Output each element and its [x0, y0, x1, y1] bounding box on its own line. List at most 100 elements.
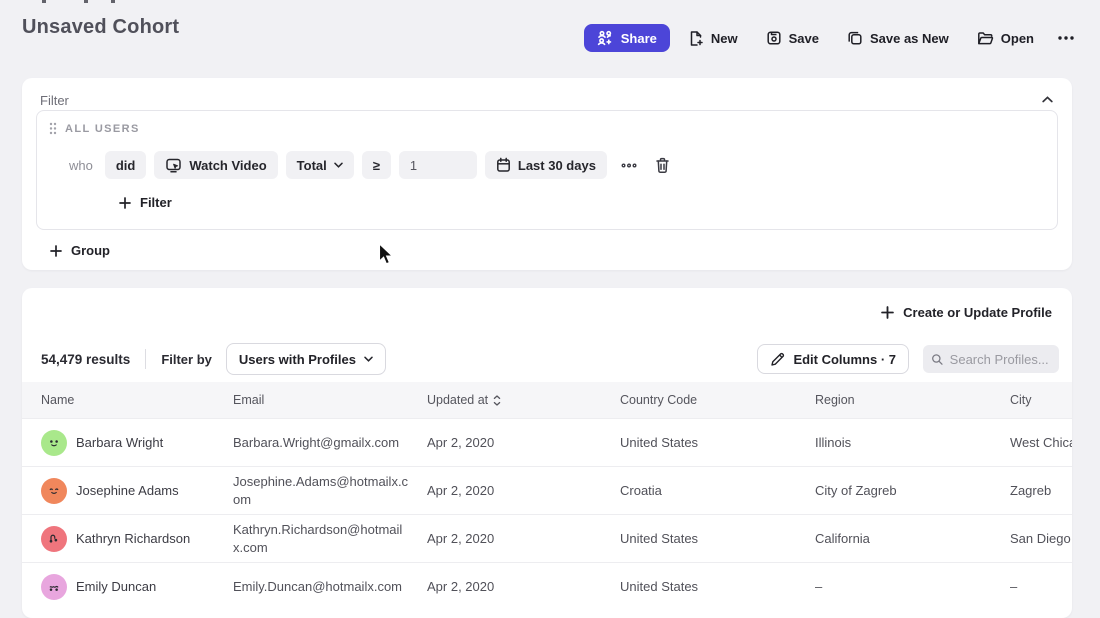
add-group-label: Group: [71, 243, 110, 258]
avatar: [41, 430, 67, 456]
results-toolbar: 54,479 results Filter by Users with Prof…: [41, 342, 1059, 376]
collapse-filter-icon[interactable]: [1036, 88, 1058, 110]
avatar: [41, 478, 67, 504]
profile-name: Emily Duncan: [76, 579, 156, 594]
edit-columns-label: Edit Columns · 7: [793, 352, 896, 367]
plus-icon: [50, 245, 62, 257]
profile-email: Kathryn.Richardson@hotmailx.com: [233, 521, 427, 556]
avatar: [41, 526, 67, 552]
sort-icon: [493, 395, 501, 406]
profile-city: San Diego: [1010, 531, 1072, 546]
column-header-city[interactable]: City: [1010, 393, 1072, 407]
column-header-country-code[interactable]: Country Code: [620, 393, 815, 407]
event-selector[interactable]: Watch Video: [154, 151, 277, 179]
new-document-icon: [688, 30, 704, 47]
create-or-update-profile-button[interactable]: Create or Update Profile: [881, 302, 1052, 322]
search-profiles-input[interactable]: [950, 352, 1051, 367]
search-profiles-box[interactable]: [923, 345, 1059, 373]
profile-filter-value: Users with Profiles: [239, 352, 356, 367]
profile-name: Josephine Adams: [76, 483, 179, 498]
profile-email: Barbara.Wright@gmailx.com: [233, 434, 427, 452]
event-selector-label: Watch Video: [189, 158, 266, 173]
profile-country-code: United States: [620, 435, 815, 450]
threshold-value: 1: [410, 158, 417, 173]
new-button-label: New: [711, 31, 738, 46]
filter-row-more-icon[interactable]: [617, 153, 641, 177]
column-header-email[interactable]: Email: [233, 393, 427, 407]
column-header-name[interactable]: Name: [41, 393, 233, 407]
clipped-breadcrumb-remnant: [111, 0, 115, 3]
profile-name: Kathryn Richardson: [76, 531, 190, 546]
date-range-label: Last 30 days: [518, 158, 596, 173]
aggregation-selector[interactable]: Total: [286, 151, 354, 179]
filter-panel-title: Filter: [40, 93, 69, 108]
profile-filter-dropdown[interactable]: Users with Profiles: [226, 343, 386, 375]
profile-country-code: United States: [620, 579, 815, 594]
add-filter-label: Filter: [140, 195, 172, 210]
save-button[interactable]: Save: [756, 24, 829, 52]
save-button-label: Save: [789, 31, 819, 46]
profile-updated-at: Apr 2, 2020: [427, 531, 620, 546]
plus-icon: [881, 306, 894, 319]
did-selector-label: did: [116, 158, 136, 173]
profile-name: Barbara Wright: [76, 435, 163, 450]
header-toolbar: Share New Save Save as New: [584, 24, 1080, 52]
profile-city: West Chicago: [1010, 435, 1072, 450]
profile-country-code: Croatia: [620, 483, 815, 498]
clipped-breadcrumb-remnant: [84, 0, 88, 3]
open-button[interactable]: Open: [967, 24, 1044, 52]
profile-region: –: [815, 579, 1010, 594]
drag-handle-icon[interactable]: [49, 122, 57, 135]
date-range-selector[interactable]: Last 30 days: [485, 151, 607, 179]
edit-columns-button[interactable]: Edit Columns · 7: [757, 344, 909, 374]
save-as-new-button-label: Save as New: [870, 31, 949, 46]
save-icon: [766, 30, 782, 46]
table-header: Name Email Updated at Country Code Regio…: [22, 382, 1072, 418]
filter-row: who did Watch Video Total ≥: [69, 151, 675, 179]
aggregation-selector-label: Total: [297, 158, 327, 173]
open-button-label: Open: [1001, 31, 1034, 46]
did-selector[interactable]: did: [105, 151, 147, 179]
calendar-icon: [496, 157, 511, 173]
table-row[interactable]: Josephine Adams Josephine.Adams@hotmailx…: [22, 466, 1072, 514]
profile-city: –: [1010, 579, 1072, 594]
save-as-new-icon: [847, 30, 863, 46]
open-folder-icon: [977, 31, 994, 46]
column-header-region[interactable]: Region: [815, 393, 1010, 407]
avatar: [41, 574, 67, 600]
profile-updated-at: Apr 2, 2020: [427, 579, 620, 594]
share-button-label: Share: [621, 31, 657, 46]
table-row[interactable]: Kathryn Richardson Kathryn.Richardson@ho…: [22, 514, 1072, 562]
plus-icon: [119, 197, 131, 209]
chevron-down-icon: [334, 162, 343, 168]
share-people-icon: [597, 30, 614, 46]
add-filter-button[interactable]: Filter: [119, 195, 172, 210]
save-as-new-button[interactable]: Save as New: [837, 24, 959, 52]
table-row[interactable]: Emily Duncan Emily.Duncan@hotmailx.com A…: [22, 562, 1072, 610]
clipped-breadcrumb-remnant: [42, 0, 46, 3]
group-label: ALL USERS: [65, 123, 140, 135]
add-group-button[interactable]: Group: [50, 243, 110, 258]
filter-by-label: Filter by: [161, 352, 212, 367]
share-button[interactable]: Share: [584, 24, 670, 52]
profile-updated-at: Apr 2, 2020: [427, 483, 620, 498]
profile-region: California: [815, 531, 1010, 546]
profile-region: City of Zagreb: [815, 483, 1010, 498]
profile-country-code: United States: [620, 531, 815, 546]
profile-region: Illinois: [815, 435, 1010, 450]
table-row[interactable]: Barbara Wright Barbara.Wright@gmailx.com…: [22, 418, 1072, 466]
profiles-table: Name Email Updated at Country Code Regio…: [22, 382, 1072, 610]
operator-selector[interactable]: ≥: [362, 151, 391, 179]
divider: [145, 349, 146, 369]
profile-updated-at: Apr 2, 2020: [427, 435, 620, 450]
delete-filter-row-icon[interactable]: [651, 153, 675, 177]
new-button[interactable]: New: [678, 24, 748, 52]
page-title: Unsaved Cohort: [22, 16, 179, 39]
event-icon: [165, 157, 182, 174]
column-header-updated-at[interactable]: Updated at: [427, 393, 620, 407]
who-label: who: [69, 158, 93, 173]
threshold-value-input[interactable]: 1: [399, 151, 477, 179]
results-count: 54,479 results: [41, 352, 130, 367]
profile-city: Zagreb: [1010, 483, 1072, 498]
more-actions-icon[interactable]: [1052, 24, 1080, 52]
